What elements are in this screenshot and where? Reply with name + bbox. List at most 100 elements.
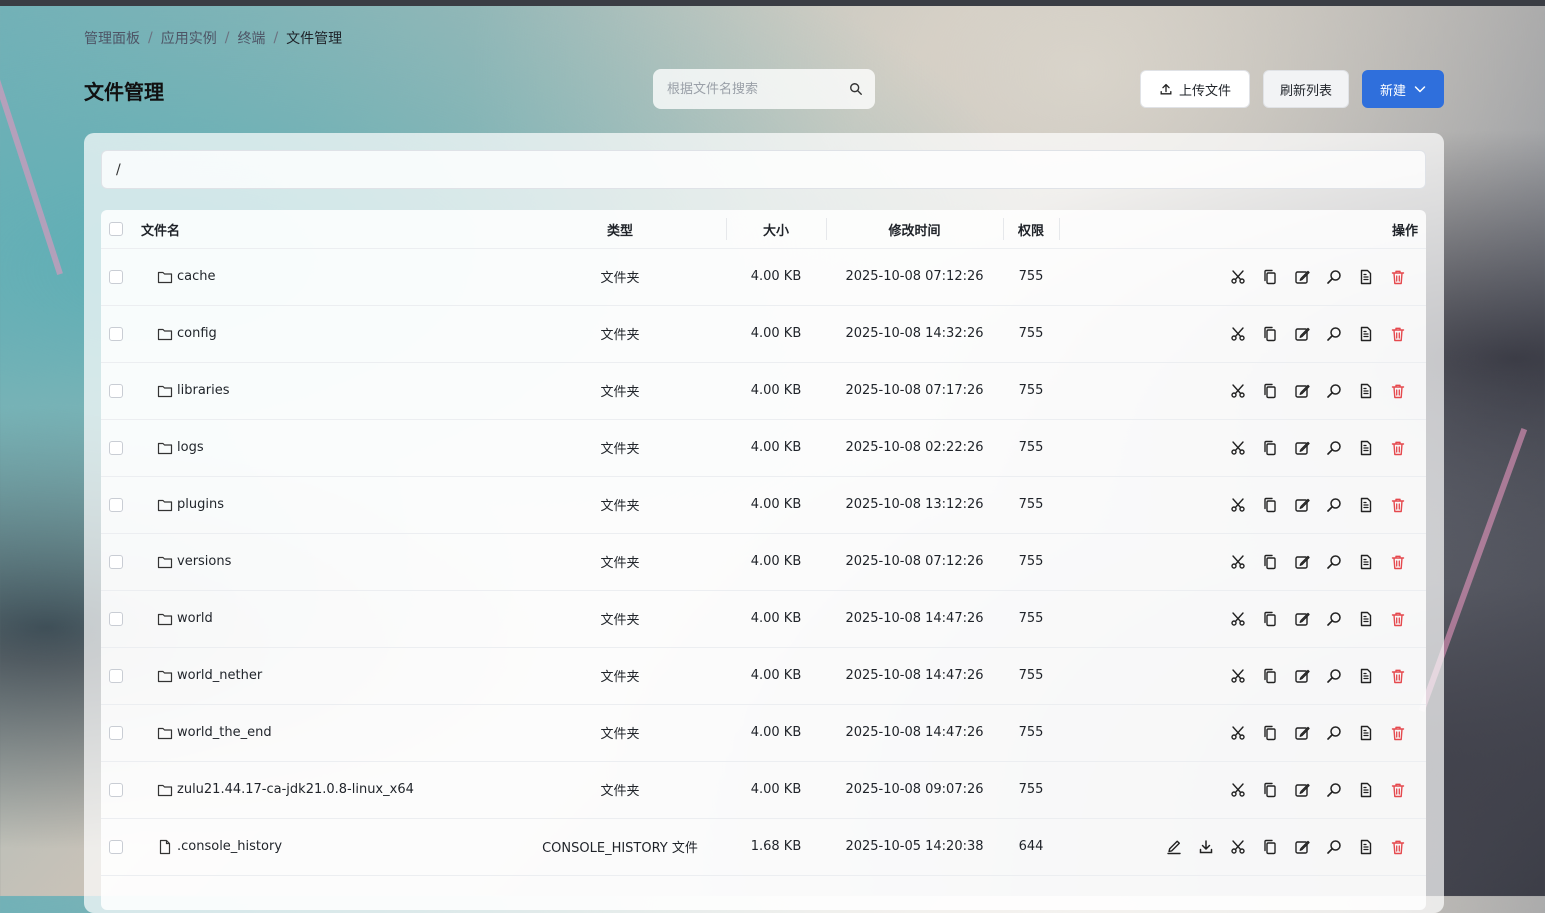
file-name[interactable]: cache <box>177 269 216 284</box>
rename-button[interactable] <box>1286 831 1318 863</box>
row-checkbox[interactable] <box>109 497 123 512</box>
search-button[interactable] <box>1318 831 1350 863</box>
table-row[interactable]: .console_history CONSOLE_HISTORY 文件 1.68 K… <box>101 818 1426 876</box>
file-name[interactable]: zulu21.44.17-ca-jdk21.0.8-linux_x64 <box>177 782 414 797</box>
copy-button[interactable] <box>1254 261 1286 293</box>
file-name-cell[interactable]: plugins <box>157 476 224 533</box>
search-button[interactable] <box>1318 603 1350 635</box>
permission-button[interactable] <box>1350 261 1382 293</box>
delete-button[interactable] <box>1382 831 1414 863</box>
table-row[interactable]: config 文件夹 4.00 KB 2025-10-08 14:32:26 755 <box>101 305 1426 363</box>
table-row[interactable]: world_nether 文件夹 4.00 KB 2025-10-08 14:47:2… <box>101 647 1426 705</box>
copy-button[interactable] <box>1254 546 1286 578</box>
header-size[interactable]: 大小 <box>726 210 826 248</box>
file-name-cell[interactable]: cache <box>157 248 216 305</box>
permission-button[interactable] <box>1350 717 1382 749</box>
file-name[interactable]: world_the_end <box>177 725 272 740</box>
table-row[interactable]: versions 文件夹 4.00 KB 2025-10-08 07:12:26 755 <box>101 533 1426 591</box>
table-row[interactable]: libraries 文件夹 4.00 KB 2025-10-08 07:17:26 75… <box>101 362 1426 420</box>
row-checkbox[interactable] <box>109 383 123 398</box>
delete-button[interactable] <box>1382 774 1414 806</box>
table-row[interactable]: world 文件夹 4.00 KB 2025-10-08 14:47:26 755 <box>101 590 1426 648</box>
scissors-button[interactable] <box>1222 318 1254 350</box>
row-checkbox[interactable] <box>109 269 123 284</box>
file-name-cell[interactable]: config <box>157 305 217 362</box>
search-button[interactable] <box>1318 774 1350 806</box>
upload-button[interactable]: 上传文件 <box>1140 70 1250 108</box>
table-row[interactable]: plugins 文件夹 4.00 KB 2025-10-08 13:12:26 755 <box>101 476 1426 534</box>
permission-button[interactable] <box>1350 546 1382 578</box>
table-row[interactable]: zulu21.44.17-ca-jdk21.0.8-linux_x64 文件夹 4.… <box>101 761 1426 819</box>
delete-button[interactable] <box>1382 660 1414 692</box>
scissors-button[interactable] <box>1222 261 1254 293</box>
permission-button[interactable] <box>1350 432 1382 464</box>
copy-button[interactable] <box>1254 831 1286 863</box>
search-icon[interactable] <box>849 82 863 96</box>
file-name[interactable]: libraries <box>177 383 230 398</box>
search-button[interactable] <box>1318 489 1350 521</box>
copy-button[interactable] <box>1254 318 1286 350</box>
header-type[interactable]: 类型 <box>520 210 720 248</box>
scissors-button[interactable] <box>1222 432 1254 464</box>
delete-button[interactable] <box>1382 318 1414 350</box>
permission-button[interactable] <box>1350 603 1382 635</box>
scissors-button[interactable] <box>1222 375 1254 407</box>
search-button[interactable] <box>1318 261 1350 293</box>
permission-button[interactable] <box>1350 318 1382 350</box>
copy-button[interactable] <box>1254 375 1286 407</box>
edit-button[interactable] <box>1158 831 1190 863</box>
file-name[interactable]: .console_history <box>177 839 282 854</box>
breadcrumb-terminal[interactable]: 终端 <box>237 28 265 48</box>
search-button[interactable] <box>1318 717 1350 749</box>
delete-button[interactable] <box>1382 261 1414 293</box>
rename-button[interactable] <box>1286 717 1318 749</box>
scissors-button[interactable] <box>1222 774 1254 806</box>
row-checkbox[interactable] <box>109 839 123 854</box>
header-perm[interactable]: 权限 <box>1003 210 1059 248</box>
scissors-button[interactable] <box>1222 546 1254 578</box>
row-checkbox[interactable] <box>109 440 123 455</box>
copy-button[interactable] <box>1254 717 1286 749</box>
rename-button[interactable] <box>1286 660 1318 692</box>
rename-button[interactable] <box>1286 489 1318 521</box>
file-name-cell[interactable]: world_nether <box>157 647 262 704</box>
rename-button[interactable] <box>1286 261 1318 293</box>
scissors-button[interactable] <box>1222 603 1254 635</box>
row-checkbox[interactable] <box>109 554 123 569</box>
breadcrumb-instances[interactable]: 应用实例 <box>161 28 217 48</box>
scissors-button[interactable] <box>1222 831 1254 863</box>
scissors-button[interactable] <box>1222 660 1254 692</box>
row-checkbox[interactable] <box>109 782 123 797</box>
permission-button[interactable] <box>1350 660 1382 692</box>
table-row[interactable]: cache 文件夹 4.00 KB 2025-10-08 07:12:26 755 <box>101 248 1426 306</box>
row-checkbox[interactable] <box>109 326 123 341</box>
file-name-cell[interactable]: versions <box>157 533 231 590</box>
refresh-button[interactable]: 刷新列表 <box>1263 70 1349 108</box>
breadcrumb-dashboard[interactable]: 管理面板 <box>84 28 140 48</box>
copy-button[interactable] <box>1254 660 1286 692</box>
file-name[interactable]: world <box>177 611 213 626</box>
file-name-cell[interactable]: world <box>157 590 213 647</box>
rename-button[interactable] <box>1286 774 1318 806</box>
new-button[interactable]: 新建 <box>1362 70 1444 108</box>
file-name[interactable]: versions <box>177 554 231 569</box>
row-checkbox[interactable] <box>109 668 123 683</box>
table-row[interactable]: logs 文件夹 4.00 KB 2025-10-08 02:22:26 755 <box>101 419 1426 477</box>
table-row[interactable]: world_the_end 文件夹 4.00 KB 2025-10-08 14:47:… <box>101 704 1426 762</box>
delete-button[interactable] <box>1382 717 1414 749</box>
file-name-cell[interactable]: world_the_end <box>157 704 272 761</box>
download-button[interactable] <box>1190 831 1222 863</box>
select-all-checkbox[interactable] <box>109 222 123 236</box>
search-button[interactable] <box>1318 375 1350 407</box>
copy-button[interactable] <box>1254 432 1286 464</box>
permission-button[interactable] <box>1350 831 1382 863</box>
copy-button[interactable] <box>1254 603 1286 635</box>
scissors-button[interactable] <box>1222 717 1254 749</box>
file-name-cell[interactable]: zulu21.44.17-ca-jdk21.0.8-linux_x64 <box>157 761 414 818</box>
search-button[interactable] <box>1318 432 1350 464</box>
file-name[interactable]: config <box>177 326 217 341</box>
permission-button[interactable] <box>1350 375 1382 407</box>
file-name-cell[interactable]: .console_history <box>157 818 282 875</box>
file-name[interactable]: world_nether <box>177 668 262 683</box>
permission-button[interactable] <box>1350 774 1382 806</box>
